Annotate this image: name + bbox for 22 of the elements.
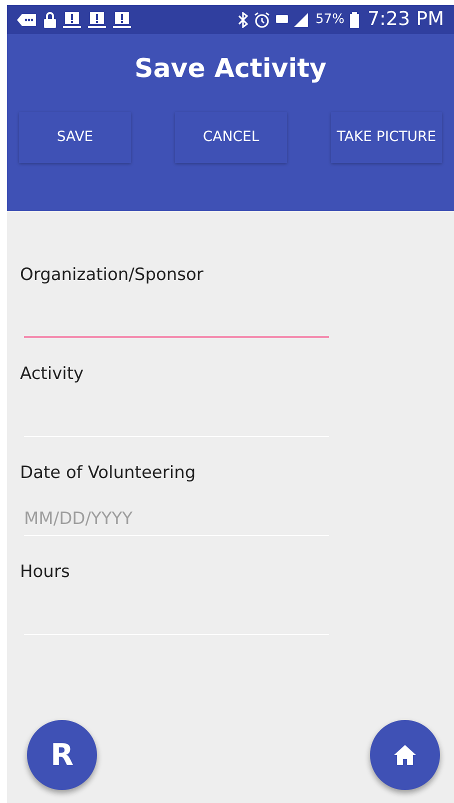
lock-icon — [44, 12, 56, 28]
alert-icon — [63, 12, 81, 28]
home-fab-button[interactable] — [370, 720, 440, 790]
field-label: Activity — [20, 363, 85, 385]
action-button[interactable]: SAVE — [19, 112, 131, 163]
field-label: Date of Volunteering — [20, 462, 197, 484]
page-title: Save Activity — [134, 53, 327, 86]
action-button[interactable]: TAKE PICTURE — [331, 112, 442, 163]
r-fab-button[interactable]: R — [27, 720, 97, 790]
home-icon — [393, 744, 417, 766]
alarm-clock-icon — [254, 12, 270, 28]
battery-icon — [350, 12, 360, 28]
alert-icon — [88, 12, 106, 28]
field-label: Hours — [20, 561, 71, 583]
field-label: Organization/Sponsor — [20, 264, 204, 286]
signal-icon — [276, 12, 310, 28]
bluetooth-icon — [238, 12, 248, 28]
battery-level: 57% — [316, 10, 344, 29]
action-button[interactable]: CANCEL — [175, 112, 287, 163]
clock-time: 7:23 PM — [367, 7, 444, 32]
message-icon — [17, 12, 37, 26]
alert-icon — [113, 12, 131, 28]
